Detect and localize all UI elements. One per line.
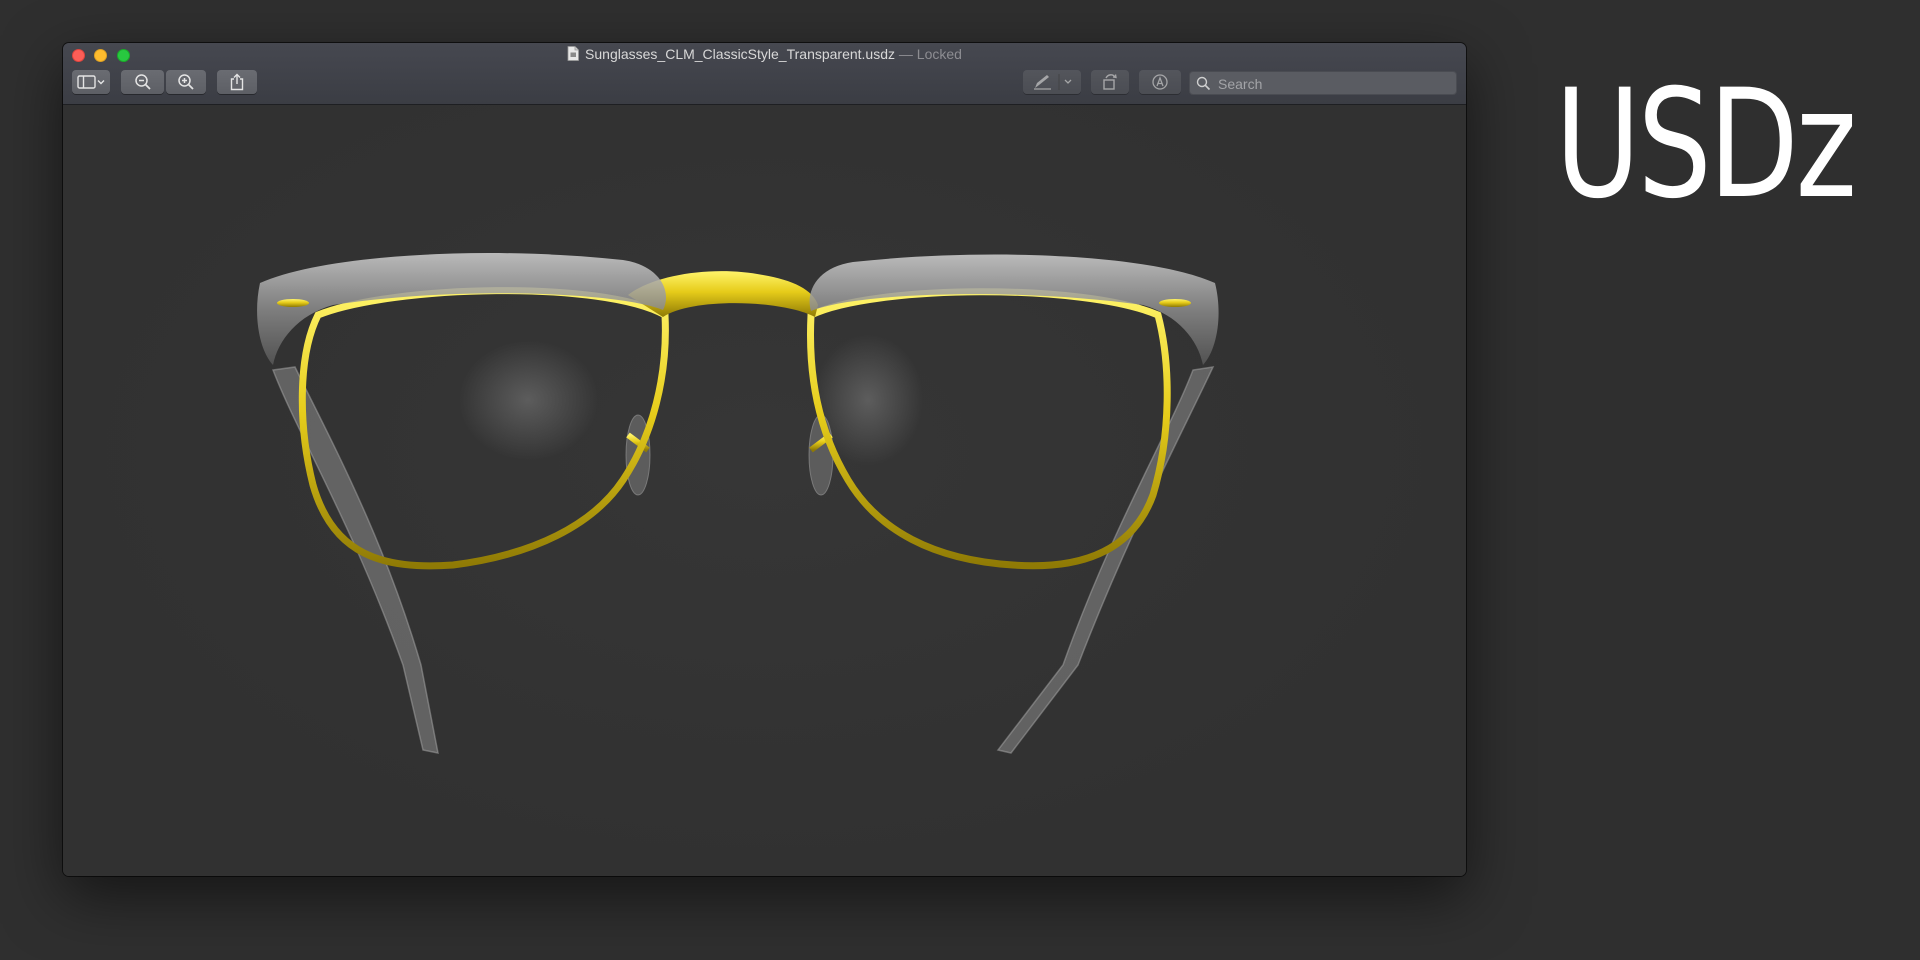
- zoom-in-button[interactable]: [166, 70, 206, 94]
- locked-status: — Locked: [895, 46, 962, 62]
- filename: Sunglasses_CLM_ClassicStyle_Transparent.…: [585, 46, 896, 62]
- search-field[interactable]: [1189, 71, 1457, 96]
- temple-right: [996, 366, 1215, 754]
- sidebar-toggle-button[interactable]: [72, 70, 110, 94]
- hinge-accent-left: [277, 299, 309, 307]
- hinge-accent-right: [1159, 299, 1191, 307]
- model-viewport[interactable]: [63, 105, 1466, 876]
- brow-left: [257, 253, 667, 365]
- rotate-icon: [1100, 73, 1120, 91]
- markup-circle-icon: [1151, 73, 1169, 91]
- zoom-out-button[interactable]: [121, 70, 164, 94]
- title-bar[interactable]: Sunglasses_CLM_ClassicStyle_Transparent.…: [63, 43, 1466, 105]
- zoom-in-icon: [177, 73, 195, 91]
- temple-left: [271, 366, 439, 754]
- share-icon: [229, 73, 245, 91]
- glasses-model[interactable]: [63, 105, 1466, 876]
- document-icon: [567, 46, 579, 64]
- window-title: Sunglasses_CLM_ClassicStyle_Transparent.…: [63, 46, 1466, 64]
- lens-glare-left: [458, 340, 598, 460]
- annotate-button[interactable]: [1139, 70, 1181, 94]
- preview-window: Sunglasses_CLM_ClassicStyle_Transparent.…: [63, 43, 1466, 876]
- markup-button[interactable]: [1023, 70, 1081, 94]
- zoom-out-icon: [134, 73, 152, 91]
- format-headline: USDz: [1555, 58, 1857, 232]
- search-input[interactable]: [1216, 72, 1456, 96]
- sidebar-toggle-icon: [76, 74, 106, 90]
- rotate-button[interactable]: [1091, 70, 1129, 94]
- share-button[interactable]: [217, 70, 257, 94]
- search-icon: [1196, 76, 1211, 96]
- pen-icon: [1027, 73, 1077, 91]
